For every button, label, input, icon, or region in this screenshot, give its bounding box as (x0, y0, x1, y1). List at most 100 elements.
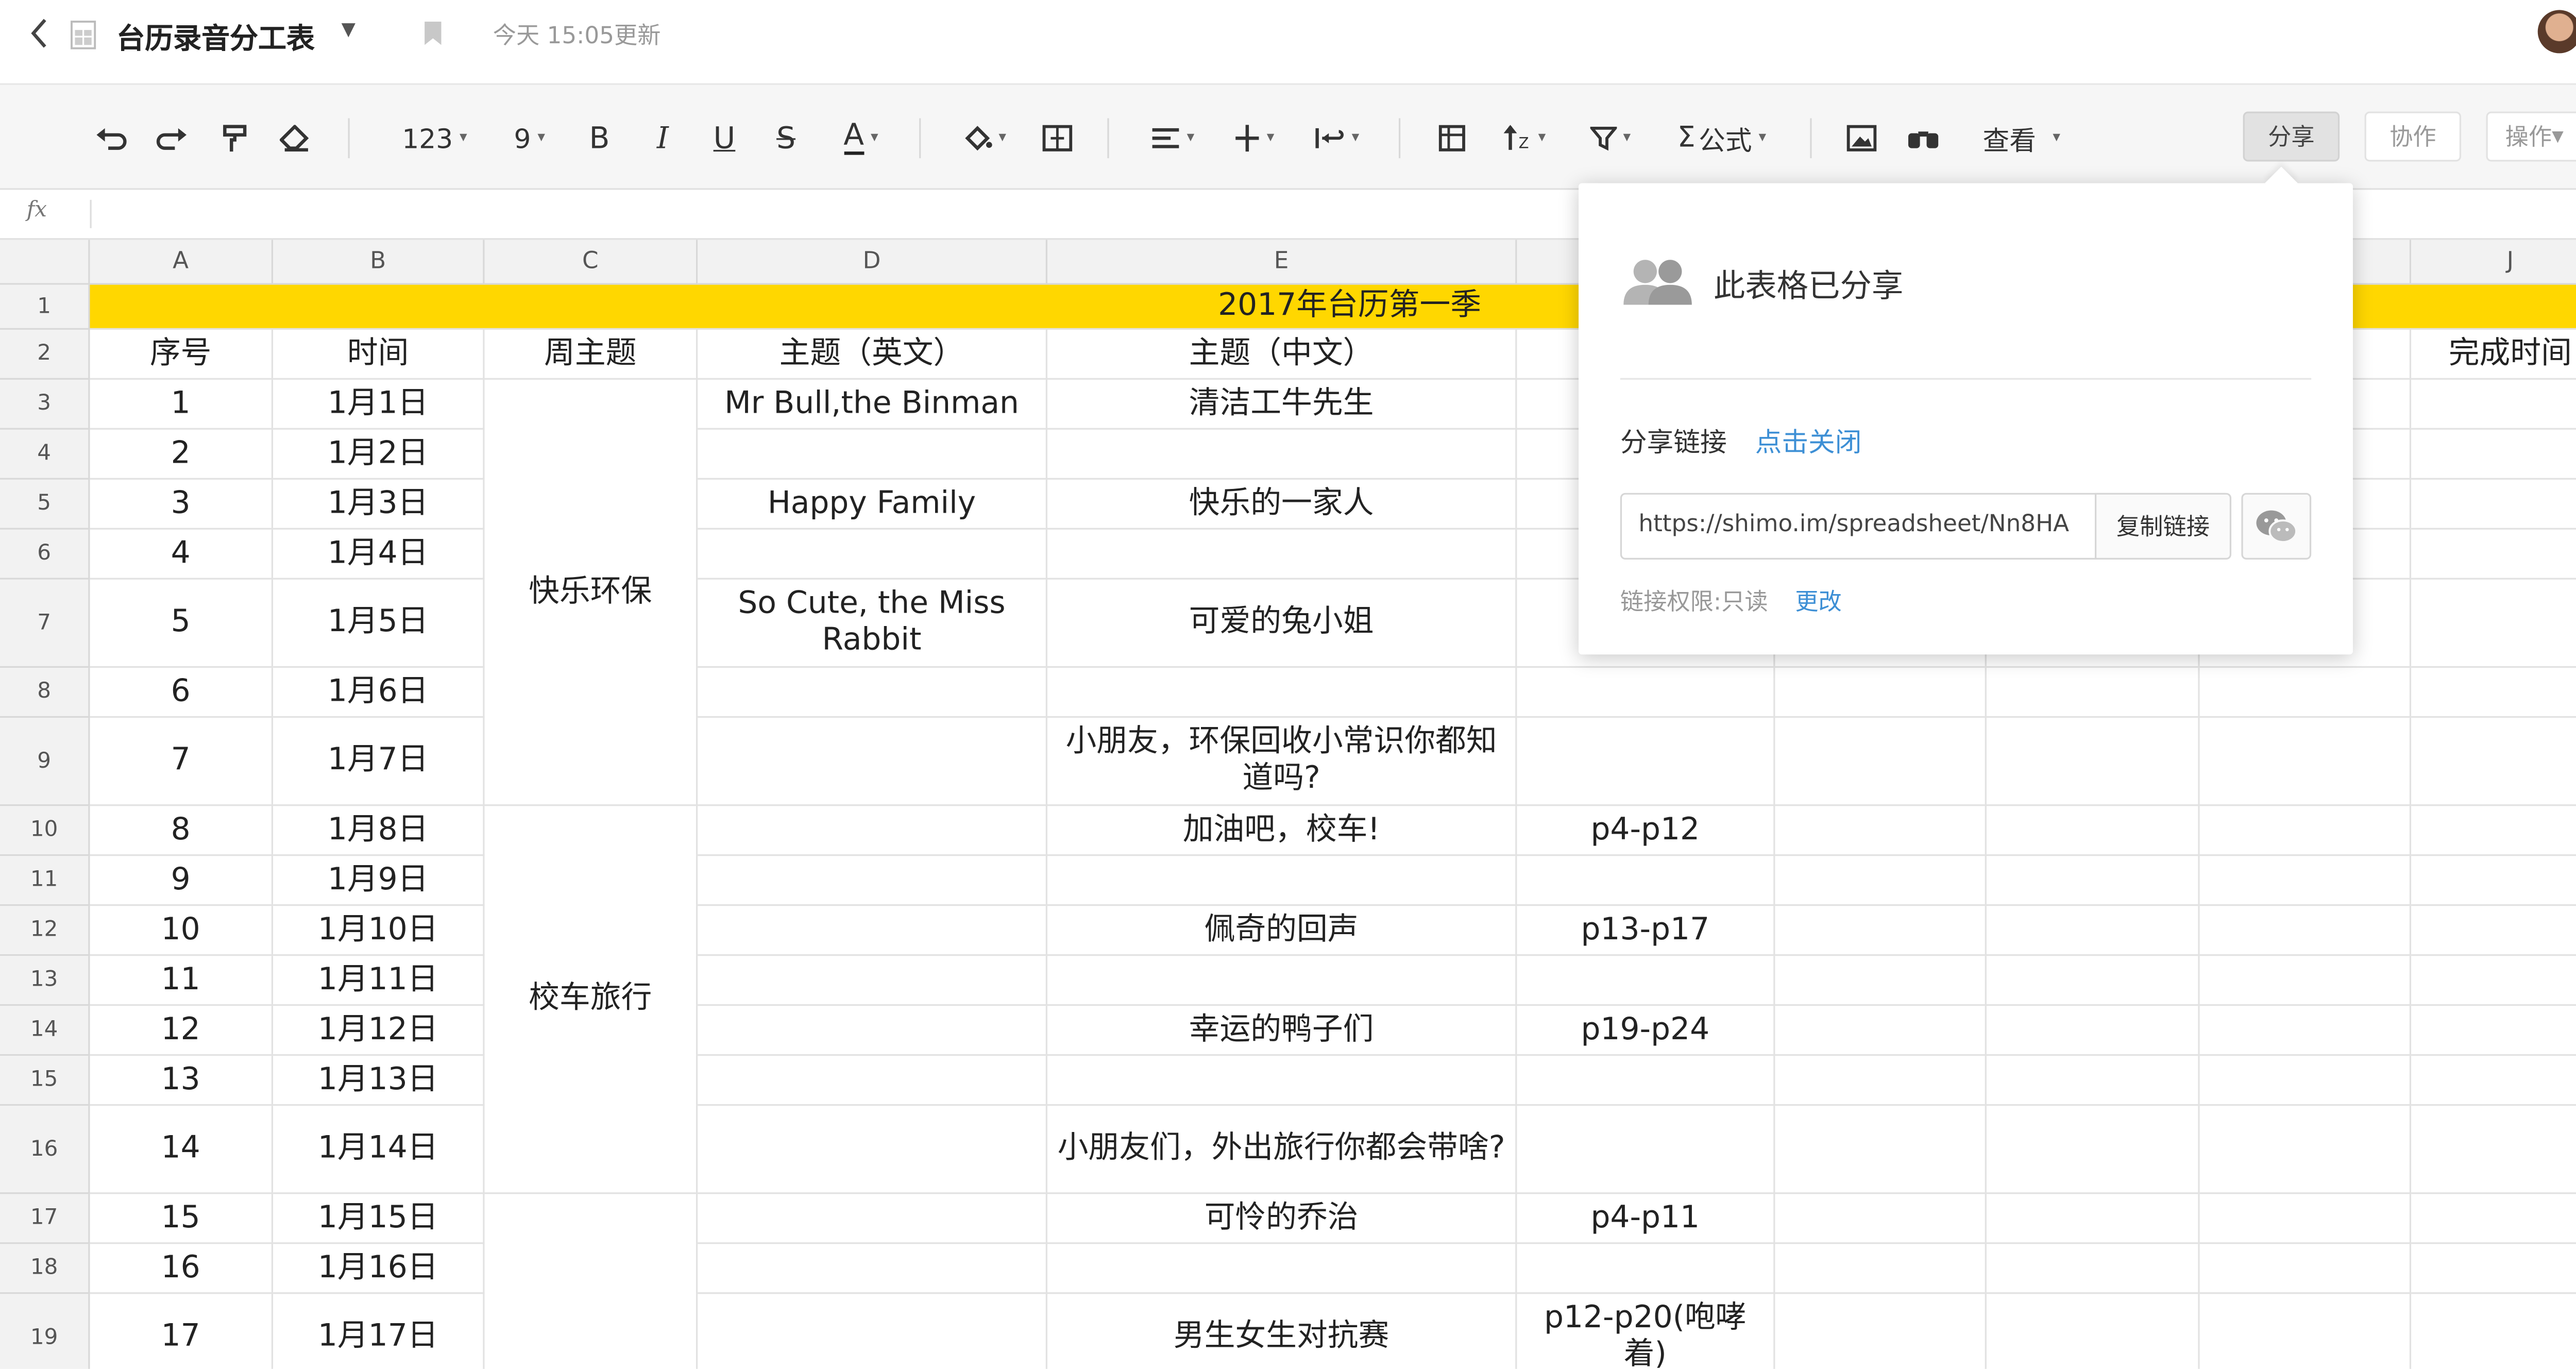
header-cell[interactable]: 序号 (90, 329, 274, 380)
pages-cell[interactable] (1517, 668, 1775, 718)
empty-cell[interactable] (2411, 430, 2576, 480)
title-dropdown-icon[interactable]: ▼ (342, 19, 355, 40)
chinese-theme-cell[interactable] (1047, 856, 1517, 906)
english-theme-cell[interactable] (698, 1106, 1047, 1194)
number-cell[interactable]: 11 (90, 956, 274, 1006)
header-cell[interactable]: 主题（中文） (1047, 329, 1517, 380)
english-theme-cell[interactable] (698, 718, 1047, 806)
empty-cell[interactable] (2411, 1294, 2576, 1368)
column-header-b[interactable]: B (273, 240, 485, 285)
row-header-1[interactable]: 1 (0, 284, 90, 330)
number-cell[interactable]: 8 (90, 806, 274, 856)
date-cell[interactable]: 1月9日 (273, 856, 485, 906)
merge-cells-icon[interactable] (1039, 118, 1076, 158)
vertical-align-button[interactable]: ▾ (1226, 118, 1282, 158)
format-painter-icon[interactable] (216, 118, 253, 158)
strikethrough-button[interactable]: S (769, 118, 803, 158)
view-menu[interactable]: 查看 ▾ (1975, 118, 2068, 158)
document-title[interactable]: 台历录音分工表 (116, 15, 315, 57)
date-cell[interactable]: 1月11日 (273, 956, 485, 1006)
empty-cell[interactable] (2199, 1006, 2412, 1056)
pages-cell[interactable]: p4-p11 (1517, 1194, 1775, 1244)
empty-cell[interactable] (2411, 480, 2576, 530)
empty-cell[interactable] (1986, 906, 2200, 956)
column-header-a[interactable]: A (90, 240, 274, 285)
row-header-16[interactable]: 16 (0, 1106, 90, 1194)
empty-cell[interactable] (1986, 1244, 2200, 1294)
empty-cell[interactable] (2411, 1106, 2576, 1194)
column-header-e[interactable]: E (1047, 240, 1517, 285)
empty-cell[interactable] (2411, 1194, 2576, 1244)
change-permission-link[interactable]: 更改 (1795, 584, 1841, 618)
weekly-theme-cell[interactable]: 快乐环保 (484, 379, 698, 806)
wechat-share-button[interactable] (2241, 493, 2312, 560)
chinese-theme-cell[interactable]: 小朋友们，外出旅行你都会带啥? (1047, 1106, 1517, 1194)
date-cell[interactable]: 1月13日 (273, 1056, 485, 1106)
user-avatar[interactable] (2537, 10, 2576, 54)
bold-button[interactable]: B (583, 118, 616, 158)
row-header-15[interactable]: 15 (0, 1056, 90, 1106)
chinese-theme-cell[interactable] (1047, 1056, 1517, 1106)
chinese-theme-cell[interactable] (1047, 956, 1517, 1006)
empty-cell[interactable] (1775, 718, 1987, 806)
insert-image-icon[interactable] (1845, 118, 1878, 158)
english-theme-cell[interactable] (698, 1056, 1047, 1106)
underline-button[interactable]: U (708, 118, 741, 158)
empty-cell[interactable] (1775, 1056, 1987, 1106)
empty-cell[interactable] (2200, 1294, 2412, 1369)
empty-cell[interactable] (2411, 530, 2576, 580)
chinese-theme-cell[interactable]: 男生女生对抗赛 (1047, 1294, 1517, 1369)
pages-cell[interactable]: p19-p24 (1517, 1006, 1775, 1056)
number-cell[interactable]: 17 (90, 1294, 274, 1369)
empty-cell[interactable] (1775, 906, 1987, 956)
empty-cell[interactable] (1775, 806, 1987, 856)
date-cell[interactable]: 1月2日 (273, 429, 485, 480)
date-cell[interactable]: 1月14日 (273, 1106, 485, 1194)
empty-cell[interactable] (1986, 718, 2200, 806)
english-theme-cell[interactable] (698, 956, 1047, 1006)
chinese-theme-cell[interactable]: 可怜的乔治 (1047, 1194, 1517, 1244)
row-header-6[interactable]: 6 (0, 529, 90, 580)
chinese-theme-cell[interactable] (1047, 429, 1517, 480)
row-header-2[interactable]: 2 (0, 329, 90, 380)
number-cell[interactable]: 13 (90, 1056, 274, 1106)
english-theme-cell[interactable]: Mr Bull,the Binman (698, 379, 1047, 430)
empty-cell[interactable] (2199, 1106, 2412, 1194)
empty-cell[interactable] (1986, 1056, 2200, 1106)
empty-cell[interactable] (1986, 1006, 2200, 1056)
number-cell[interactable]: 7 (90, 718, 274, 806)
empty-cell[interactable] (1775, 668, 1987, 718)
row-header-5[interactable]: 5 (0, 479, 90, 530)
sort-button[interactable]: Z ▾ (1495, 118, 1552, 158)
date-cell[interactable]: 1月3日 (273, 479, 485, 530)
undo-icon[interactable] (93, 118, 130, 158)
date-cell[interactable]: 1月8日 (273, 806, 485, 856)
pages-cell[interactable] (1517, 1106, 1775, 1194)
date-cell[interactable]: 1月12日 (273, 1006, 485, 1056)
row-header-12[interactable]: 12 (0, 906, 90, 956)
english-theme-cell[interactable]: Happy Family (698, 479, 1047, 530)
share-url-field[interactable]: https://shimo.im/spreadsheet/Nn8HA 复制链接 (1620, 493, 2232, 560)
number-cell[interactable]: 2 (90, 429, 274, 480)
row-header-3[interactable]: 3 (0, 379, 90, 430)
chinese-theme-cell[interactable]: 快乐的一家人 (1047, 479, 1517, 530)
empty-cell[interactable] (1775, 1194, 1987, 1244)
date-cell[interactable]: 1月10日 (273, 906, 485, 956)
date-cell[interactable]: 1月17日 (273, 1294, 485, 1369)
select-all-corner[interactable] (0, 240, 90, 285)
empty-cell[interactable] (2411, 956, 2576, 1006)
empty-cell[interactable] (2199, 1194, 2412, 1244)
horizontal-align-button[interactable]: ▾ (1142, 118, 1202, 158)
chinese-theme-cell[interactable]: 幸运的鸭子们 (1047, 1006, 1517, 1056)
empty-cell[interactable] (1775, 1294, 1987, 1369)
pages-cell[interactable] (1517, 718, 1775, 806)
empty-cell[interactable] (2199, 906, 2412, 956)
pages-cell[interactable] (1517, 856, 1775, 906)
row-header-14[interactable]: 14 (0, 1006, 90, 1056)
number-cell[interactable]: 1 (90, 379, 274, 430)
close-share-link[interactable]: 点击关闭 (1755, 419, 1862, 460)
pages-cell[interactable] (1517, 1056, 1775, 1106)
empty-cell[interactable] (1986, 1106, 2200, 1194)
english-theme-cell[interactable] (698, 529, 1047, 580)
chinese-theme-cell[interactable]: 佩奇的回声 (1047, 906, 1517, 956)
